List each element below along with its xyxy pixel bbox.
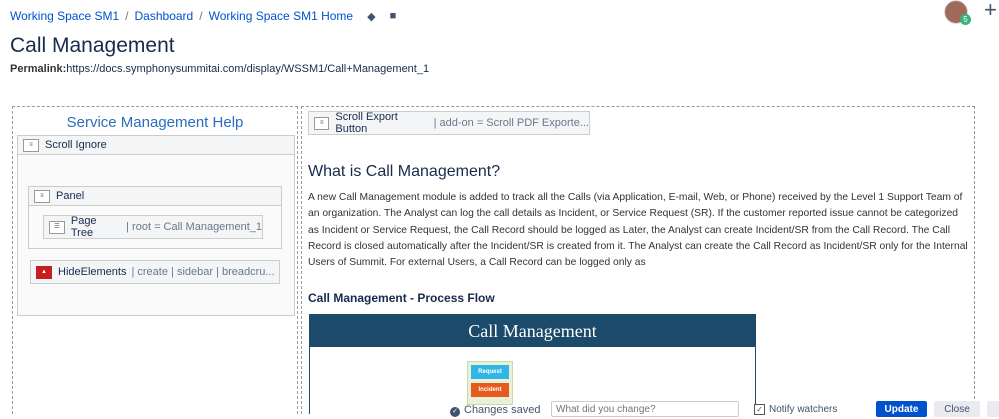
macro-name: Scroll Export Button [335,111,398,135]
breadcrumb-link-space[interactable]: Working Space SM1 [10,9,119,23]
breadcrumb-separator: / [125,9,129,23]
macro-icon: ≡ [34,189,50,203]
sidebar-heading[interactable]: Service Management Help [13,114,297,131]
panel-macro[interactable]: ≡ Panel [28,186,282,206]
breadcrumb: Working Space SM1 / Dashboard / Working … [10,9,396,23]
lock-icon[interactable]: ■ [390,10,397,22]
diagram-title: Call Management [310,315,755,347]
content-panel: ≡ Scroll Export Button | add-on = Scroll… [301,106,975,414]
avatar[interactable]: 5 [944,0,971,25]
breadcrumb-separator: / [199,9,203,23]
editor-footer: ✓ Changes saved ✓ Notify watchers Update C… [440,397,999,417]
section-heading: What is Call Management? [308,163,501,180]
diagram-request-node: Request [471,365,509,379]
update-button[interactable]: Update [876,401,927,417]
macro-param: | root = Call Management_1 [126,221,262,233]
macro-param: | create | sidebar | breadcru... [131,266,275,278]
scroll-export-macro[interactable]: ≡ Scroll Export Button | add-on = Scroll… [308,111,590,135]
tree-icon: ☰ [49,220,65,234]
macro-icon: ≡ [314,116,330,130]
breadcrumb-link-dashboard[interactable]: Dashboard [135,9,194,23]
hat-icon: ▲ [36,265,52,279]
macro-param: | add-on = Scroll PDF Exporte... [433,117,589,129]
avatar-badge: 5 [960,14,971,25]
hide-elements-macro[interactable]: ▲ HideElements | create | sidebar | brea… [30,260,280,284]
macro-icon: ≡ [23,138,39,152]
macro-name: Page Tree [70,215,97,239]
notify-watchers[interactable]: ✓ Notify watchers [754,404,837,415]
scroll-ignore-macro[interactable]: ≡ Scroll Ignore [17,135,295,155]
notify-label: Notify watchers [769,404,838,415]
breadcrumb-link-home[interactable]: Working Space SM1 Home [209,9,354,23]
label-icon[interactable]: ◆ [367,10,375,23]
body-paragraph: A new Call Management module is added to… [308,192,968,269]
save-status-text: Changes saved [464,404,541,416]
permalink-label: Permalink: [10,63,67,75]
permalink: Permalink:https://docs.symphonysummitai.… [10,63,429,75]
diagram-incident-node: Incident [471,383,509,397]
page-tree-macro[interactable]: ☰ Page Tree | root = Call Management_1 [43,215,263,239]
more-options-button[interactable] [987,401,999,417]
add-icon[interactable]: + [984,0,997,23]
change-comment-input[interactable] [551,401,739,417]
process-flow-heading: Call Management - Process Flow [308,291,495,305]
save-status: ✓ Changes saved [450,404,540,417]
close-button[interactable]: Close [934,401,980,417]
macro-name: Panel [56,190,85,202]
sidebar-panel: Service Management Help ≡ Scroll Ignore … [12,106,298,414]
notify-checkbox[interactable]: ✓ [754,404,765,415]
permalink-url[interactable]: https://docs.symphonysummitai.com/displa… [66,63,429,75]
check-icon: ✓ [450,407,460,417]
page-title: Call Management [10,34,175,57]
macro-name: HideElements [58,266,127,278]
macro-name: Scroll Ignore [45,139,107,151]
